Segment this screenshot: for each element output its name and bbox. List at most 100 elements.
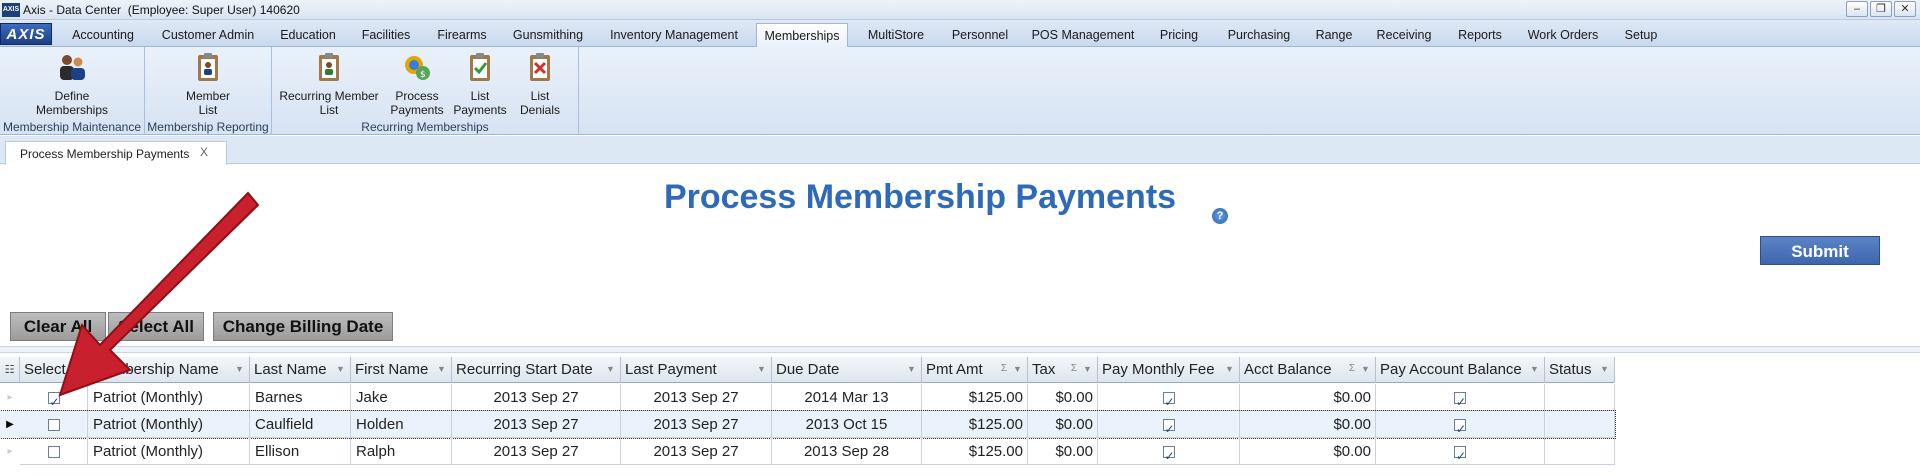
tab-pos-management[interactable]: POS Management: [1024, 23, 1142, 47]
table-row[interactable]: ▶ Patriot (Monthly) Caulfield Holden 201…: [0, 410, 1616, 439]
column-header-last-payment[interactable]: Last Payment ▼: [621, 357, 772, 383]
acct-balance-cell[interactable]: $0.00: [1240, 438, 1376, 465]
row-indicator[interactable]: ▸: [0, 438, 20, 465]
filter-icon[interactable]: ▼: [336, 365, 346, 374]
filter-icon[interactable]: ▼: [606, 365, 616, 374]
pay-monthly-fee-cell[interactable]: [1098, 384, 1240, 411]
tax-cell[interactable]: $0.00: [1028, 384, 1098, 411]
last-payment-cell[interactable]: 2013 Sep 27: [621, 438, 772, 465]
filter-icon[interactable]: ▼: [757, 365, 767, 374]
filter-icon[interactable]: ▼: [1013, 365, 1023, 374]
column-header-last-name[interactable]: Last Name ▼: [250, 357, 351, 383]
tax-cell[interactable]: $0.00: [1028, 438, 1098, 465]
pay-account-balance-cell[interactable]: [1376, 438, 1545, 465]
member-list-button[interactable]: Member List: [163, 51, 253, 117]
tab-range[interactable]: Range: [1310, 23, 1358, 47]
pay-account-balance-checkbox[interactable]: [1454, 416, 1466, 437]
tab-customer-admin[interactable]: Customer Admin: [152, 23, 264, 47]
last-name-cell[interactable]: Barnes: [250, 384, 351, 411]
close-tab-icon[interactable]: X: [200, 145, 208, 159]
membership-name-cell[interactable]: Patriot (Monthly): [88, 438, 250, 465]
filter-icon[interactable]: ▼: [1361, 365, 1371, 374]
tab-pricing[interactable]: Pricing: [1150, 23, 1208, 47]
last-payment-cell[interactable]: 2013 Sep 27: [621, 411, 772, 438]
close-button[interactable]: ✕: [1894, 1, 1916, 17]
tab-personnel[interactable]: Personnel: [944, 23, 1016, 47]
membership-name-cell[interactable]: Patriot (Monthly): [88, 411, 250, 438]
restore-button[interactable]: ❐: [1870, 1, 1892, 17]
status-cell[interactable]: [1545, 411, 1615, 438]
tab-work-orders[interactable]: Work Orders: [1518, 23, 1608, 47]
column-header-recurring-start-date[interactable]: Recurring Start Date ▼: [452, 357, 621, 383]
filter-icon[interactable]: ▼: [907, 365, 917, 374]
column-header-pmt-amt[interactable]: Pmt Amt Σ ▼: [922, 357, 1028, 383]
tab-gunsmithing[interactable]: Gunsmithing: [504, 23, 592, 47]
pay-monthly-fee-checkbox[interactable]: [1162, 389, 1175, 410]
sum-icon[interactable]: Σ: [1001, 364, 1007, 374]
filter-icon[interactable]: ▼: [1530, 365, 1540, 374]
last-name-cell[interactable]: Caulfield: [250, 411, 351, 438]
document-tab-process-payments[interactable]: Process Membership Payments X: [5, 141, 227, 165]
tab-multistore[interactable]: MultiStore: [856, 23, 936, 47]
pmt-amt-cell[interactable]: $125.00: [922, 438, 1028, 465]
filter-icon[interactable]: ▼: [1083, 365, 1093, 374]
tab-accounting[interactable]: Accounting: [62, 23, 144, 47]
minimize-button[interactable]: –: [1846, 1, 1868, 17]
select-cell[interactable]: [20, 438, 88, 465]
column-header-tax[interactable]: Tax Σ ▼: [1028, 357, 1098, 383]
select-cell[interactable]: [20, 411, 88, 438]
column-header-first-name[interactable]: First Name ▼: [351, 357, 452, 383]
select-cell[interactable]: [20, 384, 88, 411]
column-header-due-date[interactable]: Due Date ▼: [772, 357, 922, 383]
tab-purchasing[interactable]: Purchasing: [1216, 23, 1302, 47]
pay-monthly-fee-checkbox[interactable]: [1162, 416, 1175, 437]
axis-logo[interactable]: AXIS: [0, 23, 52, 45]
status-cell[interactable]: [1545, 384, 1615, 411]
acct-balance-cell[interactable]: $0.00: [1240, 384, 1376, 411]
define-memberships-button[interactable]: Define Memberships: [22, 51, 122, 117]
pay-account-balance-cell[interactable]: [1376, 411, 1545, 438]
first-name-cell[interactable]: Jake: [351, 384, 452, 411]
pay-monthly-fee-cell[interactable]: [1098, 411, 1240, 438]
select-checkbox[interactable]: [47, 419, 60, 432]
column-header-select[interactable]: Select ▼: [20, 357, 88, 383]
status-cell[interactable]: [1545, 438, 1615, 465]
filter-icon[interactable]: ▼: [73, 365, 83, 374]
tab-receiving[interactable]: Receiving: [1366, 23, 1442, 47]
select-checkbox[interactable]: [47, 389, 60, 410]
filter-icon[interactable]: ▼: [437, 365, 447, 374]
tab-memberships[interactable]: Memberships: [756, 23, 848, 47]
pay-account-balance-checkbox[interactable]: [1454, 389, 1466, 410]
column-header-status[interactable]: Status ▼: [1545, 357, 1615, 383]
pay-monthly-fee-cell[interactable]: [1098, 438, 1240, 465]
column-header-membership-name[interactable]: Membership Name ▼: [88, 357, 250, 383]
last-name-cell[interactable]: Ellison: [250, 438, 351, 465]
pmt-amt-cell[interactable]: $125.00: [922, 411, 1028, 438]
pmt-amt-cell[interactable]: $125.00: [922, 384, 1028, 411]
last-payment-cell[interactable]: 2013 Sep 27: [621, 384, 772, 411]
acct-balance-cell[interactable]: $0.00: [1240, 411, 1376, 438]
splitter-bar[interactable]: [0, 346, 1920, 353]
tax-cell[interactable]: $0.00: [1028, 411, 1098, 438]
list-payments-button[interactable]: List Payments: [452, 51, 508, 117]
due-date-cell[interactable]: 2014 Mar 13: [772, 384, 922, 411]
filter-icon[interactable]: ▼: [235, 365, 245, 374]
first-name-cell[interactable]: Ralph: [351, 438, 452, 465]
tab-inventory-management[interactable]: Inventory Management: [600, 23, 748, 47]
pay-monthly-fee-checkbox[interactable]: [1162, 443, 1175, 464]
filter-icon[interactable]: ▼: [1600, 365, 1610, 374]
recurring-start-date-cell[interactable]: 2013 Sep 27: [452, 384, 621, 411]
first-name-cell[interactable]: Holden: [351, 411, 452, 438]
column-header-pay-account-balance[interactable]: Pay Account Balance ▼: [1376, 357, 1545, 383]
membership-name-cell[interactable]: Patriot (Monthly): [88, 384, 250, 411]
tab-education[interactable]: Education: [272, 23, 344, 47]
column-header-pay-monthly-fee[interactable]: Pay Monthly Fee ▼: [1098, 357, 1240, 383]
process-payments-button[interactable]: $ Process Payments: [386, 51, 448, 117]
current-row-indicator[interactable]: ▶: [0, 411, 20, 438]
recurring-member-list-button[interactable]: Recurring Member List: [274, 51, 384, 117]
pay-account-balance-cell[interactable]: [1376, 384, 1545, 411]
table-row[interactable]: ▸ Patriot (Monthly) Ellison Ralph 2013 S…: [0, 438, 1615, 465]
tab-firearms[interactable]: Firearms: [428, 23, 496, 47]
list-denials-button[interactable]: List Denials: [512, 51, 568, 117]
sum-icon[interactable]: Σ: [1349, 364, 1355, 374]
